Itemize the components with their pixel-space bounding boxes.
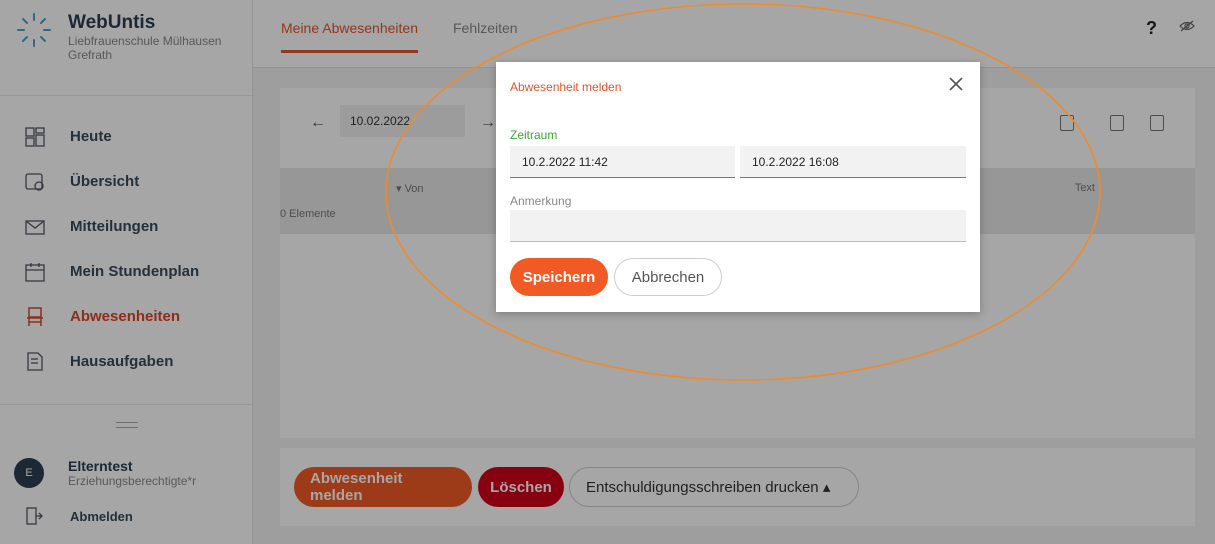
save-button[interactable]: Speichern xyxy=(510,258,608,296)
cancel-button[interactable]: Abbrechen xyxy=(614,258,722,296)
report-absence-dialog: Abwesenheit melden Zeitraum 10.2.2022 11… xyxy=(496,62,980,312)
note-input[interactable] xyxy=(510,210,966,242)
dialog-title: Abwesenheit melden xyxy=(510,80,622,94)
note-label: Anmerkung xyxy=(510,194,572,208)
close-icon[interactable] xyxy=(948,76,964,92)
zeitraum-label: Zeitraum xyxy=(510,128,558,142)
from-datetime-field[interactable]: 10.2.2022 11:42 xyxy=(510,146,735,178)
to-datetime-field[interactable]: 10.2.2022 16:08 xyxy=(740,146,966,178)
